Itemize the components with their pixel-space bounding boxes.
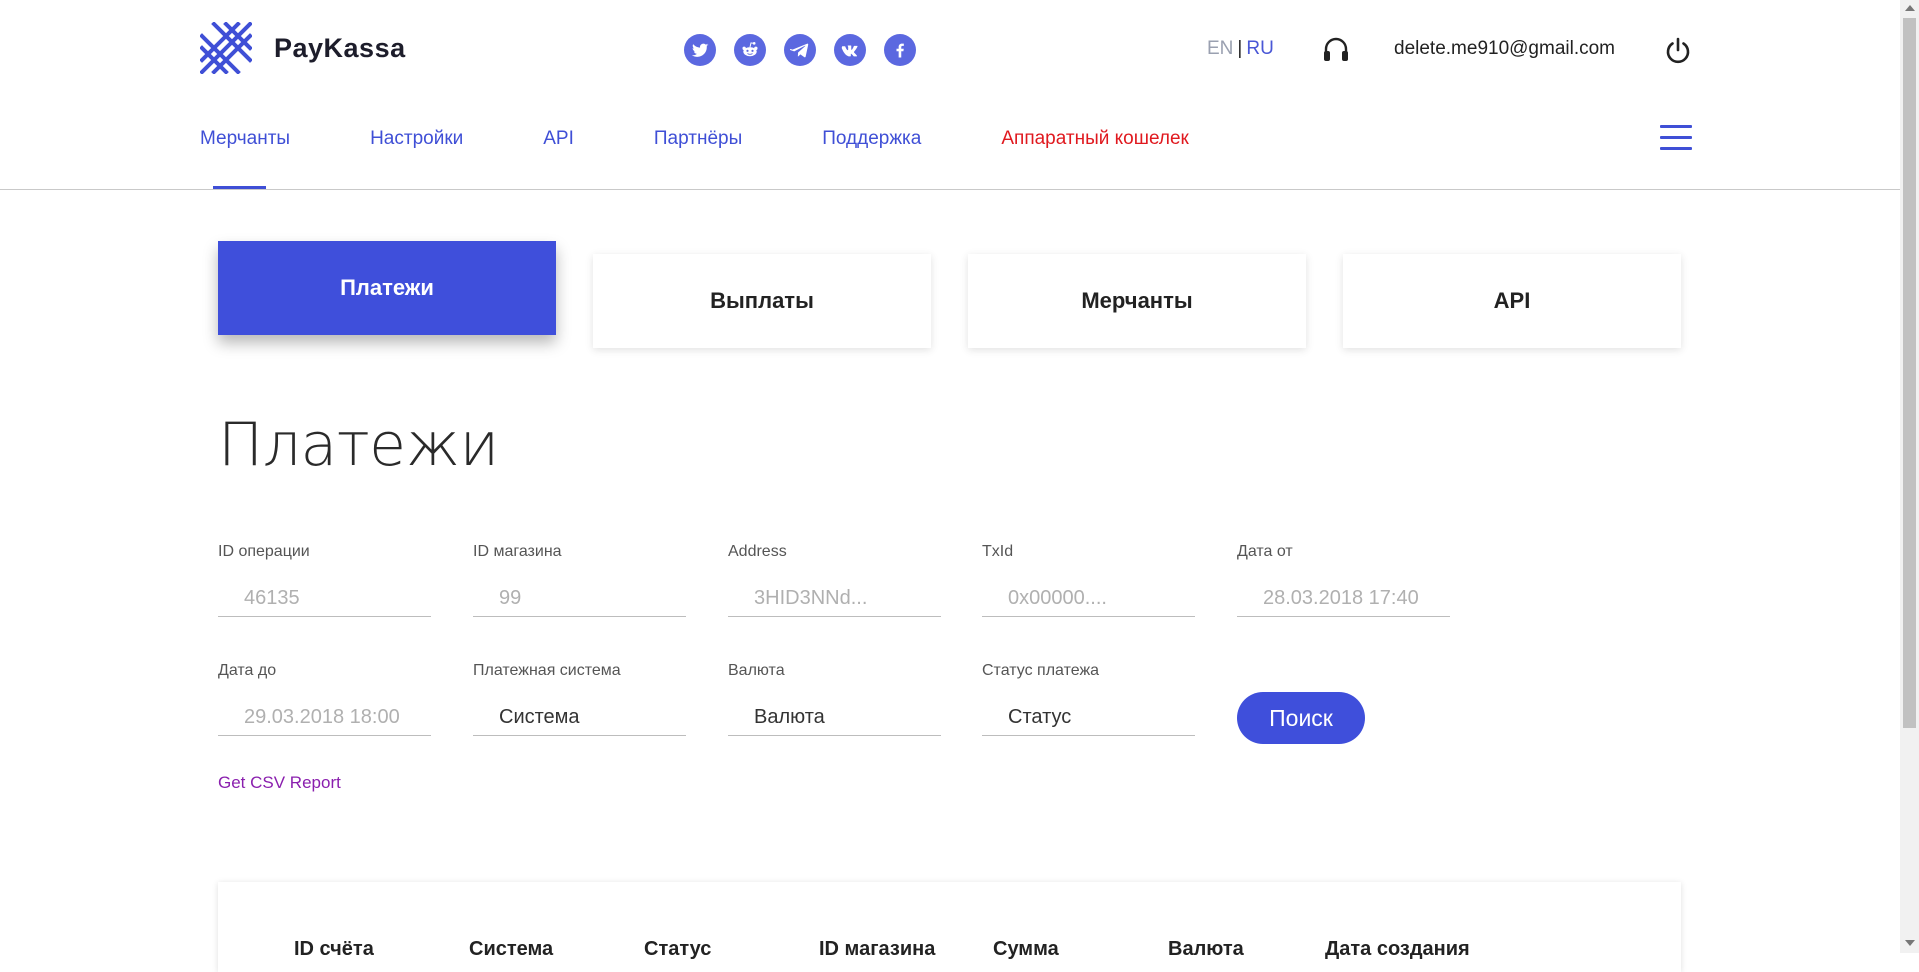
currency-select[interactable]: Валюта [728,699,941,736]
nav-merchants[interactable]: Мерчанты [200,128,290,150]
language-switcher: EN | RU [1207,38,1274,60]
column-header[interactable]: Сумма [993,938,1059,961]
filter-payment-system: Платежная система Система [473,662,686,736]
filter-txid: TxId 0x00000.... [982,543,1195,617]
filter-date-to: Дата до 29.03.2018 18:00 [218,662,431,736]
user-email[interactable]: delete.me910@gmail.com [1394,38,1615,60]
tile-merchants[interactable]: Мерчанты [968,254,1306,348]
field-label: Валюта [728,662,785,679]
paykassa-logo-icon [200,22,252,74]
filter-operation-id: ID операции 46135 [218,543,431,617]
nav-settings[interactable]: Настройки [370,128,463,150]
nav-support[interactable]: Поддержка [822,128,921,150]
column-header[interactable]: ID счёта [294,938,374,961]
column-header[interactable]: Валюта [1168,938,1244,961]
headset-icon[interactable] [1322,36,1350,66]
column-header[interactable]: Статус [644,938,711,961]
payment-system-select[interactable]: Система [473,699,686,736]
field-label: Address [728,543,787,560]
field-label: TxId [982,543,1014,560]
filter-status: Статус платежа Статус [982,662,1195,736]
nav-hardware-wallet[interactable]: Аппаратный кошелек [1001,128,1189,150]
column-header[interactable]: ID магазина [819,938,935,961]
power-icon[interactable] [1664,36,1692,66]
column-header[interactable]: Дата создания [1325,938,1470,961]
reddit-icon[interactable] [734,34,766,66]
status-select[interactable]: Статус [982,699,1195,736]
field-label: Платежная система [473,662,621,679]
csv-report-link[interactable]: Get CSV Report [218,773,341,793]
field-label: Дата от [1237,543,1293,560]
hamburger-menu-icon[interactable] [1660,125,1692,153]
filter-currency: Валюта Валюта [728,662,941,736]
main-nav: Мерчанты Настройки API Партнёры Поддержк… [200,128,1269,150]
date-to-input[interactable]: 29.03.2018 18:00 [218,699,431,736]
shop-id-input[interactable]: 99 [473,580,686,617]
field-label: ID магазина [473,543,562,560]
field-label: Статус платежа [982,662,1100,679]
filter-address: Address 3HID3NNd... [728,543,941,617]
column-header[interactable]: Система [469,938,553,961]
address-input[interactable]: 3HID3NNd... [728,580,941,617]
twitter-icon[interactable] [684,34,716,66]
filter-date-from: Дата от 28.03.2018 17:40 [1237,543,1450,617]
social-links [684,34,934,66]
payments-table: ID счёта Система Статус ID магазина Сумм… [218,882,1681,972]
txid-input[interactable]: 0x00000.... [982,580,1195,617]
lang-en[interactable]: EN [1207,38,1233,59]
brand-name: PayKassa [274,32,406,63]
nav-divider [0,189,1900,190]
date-from-input[interactable]: 28.03.2018 17:40 [1237,580,1450,617]
scrollbar-thumb[interactable] [1903,18,1916,728]
tile-payments[interactable]: Платежи [218,241,556,335]
search-button[interactable]: Поиск [1237,692,1365,744]
facebook-icon[interactable] [884,34,916,66]
tile-api[interactable]: API [1343,254,1681,348]
lang-ru[interactable]: RU [1246,38,1273,59]
page-title: Платежи [218,410,499,480]
tile-payouts[interactable]: Выплаты [593,254,931,348]
filter-shop-id: ID магазина 99 [473,543,686,617]
telegram-icon[interactable] [784,34,816,66]
lang-separator: | [1237,38,1243,59]
field-label: Дата до [218,662,277,679]
field-label: ID операции [218,543,310,560]
scroll-up-arrow-icon[interactable] [1905,5,1915,11]
nav-partners[interactable]: Партнёры [654,128,742,150]
scroll-down-arrow-icon[interactable] [1905,940,1915,946]
operation-id-input[interactable]: 46135 [218,580,431,617]
vk-icon[interactable] [834,34,866,66]
paykassa-logo[interactable]: PayKassa [200,22,406,74]
nav-api[interactable]: API [543,128,574,150]
